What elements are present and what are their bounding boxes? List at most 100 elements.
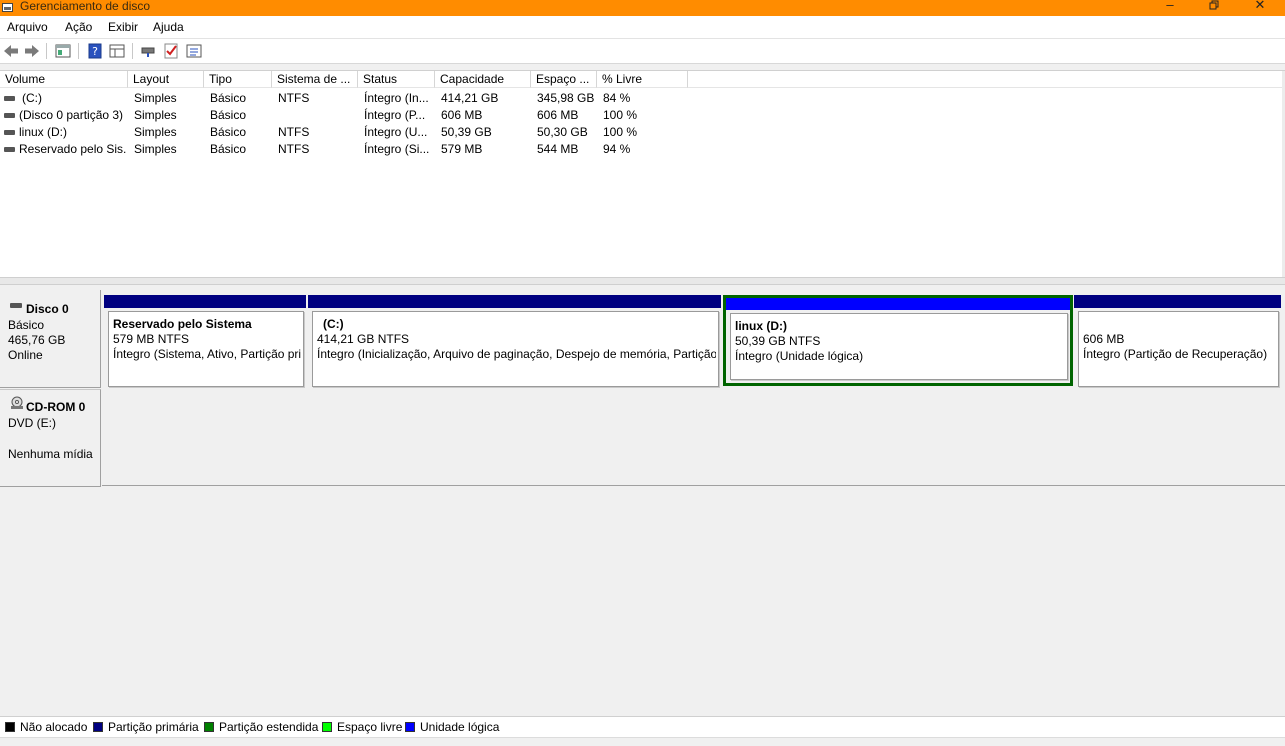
volume-list-header: Volume Layout Tipo Sistema de ... Status… (0, 71, 1285, 89)
column-header-status[interactable]: Status (358, 71, 435, 88)
cell-volume: linux (D:) (19, 125, 68, 139)
legend-label: Partição estendida (219, 720, 319, 734)
partition-status: Íntegro (Unidade lógica) (735, 349, 864, 363)
close-button[interactable]: ✕ (1250, 0, 1270, 14)
title-bar: Gerenciamento de disco – ✕ (0, 0, 1285, 16)
cell-sistema-arquivos: NTFS (278, 125, 310, 139)
cell-tipo: Básico (210, 125, 247, 139)
cell-espaco-livre: 50,30 GB (537, 125, 588, 139)
help-icon[interactable]: ? (86, 42, 104, 60)
menu-arquivo[interactable]: Arquivo (7, 20, 48, 34)
column-header-volume[interactable]: Volume (0, 71, 128, 88)
svg-text:?: ? (92, 45, 98, 58)
partition-status: Íntegro (Sistema, Ativo, Partição primár… (113, 347, 301, 361)
column-header-sistema-arquivos[interactable]: Sistema de ... (272, 71, 358, 88)
cell-sistema-arquivos: NTFS (278, 91, 310, 105)
partition-reservado-sistema[interactable]: Reservado pelo Sistema 579 MB NTFS Ínteg… (104, 295, 306, 390)
cell-percent-livre: 100 % (603, 125, 638, 139)
forward-arrow-icon[interactable] (23, 42, 41, 60)
partition-body: (C:) 414,21 GB NTFS Íntegro (Inicializaç… (312, 311, 719, 387)
cell-volume: (Disco 0 partição 3) (19, 108, 124, 122)
disk-0-label[interactable]: Disco 0 Básico 465,76 GB Online (0, 290, 101, 388)
cdrom-0-label[interactable]: CD-ROM 0 DVD (E:) Nenhuma mídia (0, 389, 101, 487)
toolbar-separator (46, 43, 47, 59)
partition-name: Reservado pelo Sistema (113, 317, 252, 331)
cd-rom-icon (11, 396, 23, 409)
cdrom-0-media: Nenhuma mídia (8, 447, 93, 461)
toolbar-separator (78, 43, 79, 59)
partition-size: 579 MB NTFS (113, 332, 190, 346)
table-row[interactable]: (Disco 0 partição 3) Simples Básico Ínte… (0, 107, 1285, 124)
cell-sistema-arquivos: NTFS (278, 142, 310, 156)
cell-espaco-livre: 544 MB (537, 142, 579, 156)
cell-volume: Reservado pelo Sis... (19, 142, 126, 156)
disk-0-size: 465,76 GB (8, 333, 66, 347)
cdrom-0-area (102, 388, 1285, 486)
drive-icon (4, 147, 15, 152)
cell-status: Íntegro (Si... (364, 142, 430, 156)
properties-panel-icon[interactable] (54, 42, 72, 60)
column-header-espaco-livre[interactable]: Espaço ... (531, 71, 597, 88)
partition-bar (726, 298, 1070, 310)
restore-button[interactable] (1204, 0, 1224, 14)
cell-percent-livre: 84 % (603, 91, 631, 105)
partition-status: Íntegro (Inicialização, Arquivo de pagin… (317, 347, 716, 361)
column-header-tipo[interactable]: Tipo (204, 71, 272, 88)
cell-tipo: Básico (210, 108, 247, 122)
cell-capacidade: 606 MB (441, 108, 483, 122)
drive-icon (4, 113, 15, 118)
partition-bar (1074, 295, 1281, 308)
partition-size: 50,39 GB NTFS (735, 334, 821, 348)
checklist-icon[interactable] (162, 42, 180, 60)
partition-name: linux (D:) (735, 319, 787, 333)
menu-acao[interactable]: Ação (65, 20, 92, 34)
table-row[interactable]: linux (D:) Simples Básico NTFS Íntegro (… (0, 124, 1285, 141)
partition-body: linux (D:) 50,39 GB NTFS Íntegro (Unidad… (730, 313, 1068, 380)
table-row[interactable]: (C:) Simples Básico NTFS Íntegro (In... … (0, 90, 1285, 107)
cell-status: Íntegro (P... (364, 108, 426, 122)
volume-list: Volume Layout Tipo Sistema de ... Status… (0, 70, 1285, 278)
cell-percent-livre: 94 % (603, 142, 631, 156)
legend-label: Não alocado (20, 720, 88, 734)
cell-status: Íntegro (U... (364, 125, 428, 139)
menu-exibir[interactable]: Exibir (108, 20, 138, 34)
partition-name: (C:) (323, 317, 344, 331)
console-view-icon[interactable] (108, 42, 126, 60)
table-row[interactable]: Reservado pelo Sis... Simples Básico NTF… (0, 141, 1285, 158)
menu-ajuda[interactable]: Ajuda (153, 20, 184, 34)
cell-capacidade: 414,21 GB (441, 91, 499, 105)
column-header-layout[interactable]: Layout (128, 71, 204, 88)
column-header-percent-livre[interactable]: % Livre (597, 71, 688, 88)
cell-volume: (C:) (22, 91, 42, 105)
partition-recuperacao[interactable]: 606 MB Íntegro (Partição de Recuperação) (1074, 295, 1281, 390)
legend-swatch-particao-primaria (93, 722, 103, 732)
legend-swatch-espaco-livre (322, 722, 332, 732)
toolbar: ? (0, 39, 1285, 64)
connect-drive-icon[interactable] (140, 42, 158, 60)
properties-list-icon[interactable] (185, 42, 203, 60)
legend-label: Unidade lógica (420, 720, 500, 734)
back-arrow-icon[interactable] (2, 42, 20, 60)
partition-c[interactable]: (C:) 414,21 GB NTFS Íntegro (Inicializaç… (308, 295, 721, 390)
legend-swatch-unidade-logica (405, 722, 415, 732)
drive-icon (4, 96, 15, 101)
cell-espaco-livre: 345,98 GB (537, 91, 595, 105)
cell-layout: Simples (134, 142, 177, 156)
pane-splitter[interactable] (0, 277, 1285, 285)
cell-tipo: Básico (210, 142, 247, 156)
partition-bar (308, 295, 721, 308)
cell-capacidade: 50,39 GB (441, 125, 492, 139)
restore-icon (1209, 0, 1219, 10)
disk-0-partitions: Reservado pelo Sistema 579 MB NTFS Ínteg… (102, 295, 1285, 390)
cell-layout: Simples (134, 125, 177, 139)
disk-management-app-icon (2, 3, 13, 12)
cell-tipo: Básico (210, 91, 247, 105)
column-header-capacidade[interactable]: Capacidade (435, 71, 531, 88)
legend-label: Partição primária (108, 720, 199, 734)
column-header-empty (688, 71, 1282, 88)
toolbar-separator (132, 43, 133, 59)
partition-body: Reservado pelo Sistema 579 MB NTFS Ínteg… (108, 311, 304, 387)
partition-linux-d[interactable]: linux (D:) 50,39 GB NTFS Íntegro (Unidad… (723, 295, 1073, 386)
window-title: Gerenciamento de disco (20, 0, 151, 13)
minimize-button[interactable]: – (1160, 0, 1180, 14)
